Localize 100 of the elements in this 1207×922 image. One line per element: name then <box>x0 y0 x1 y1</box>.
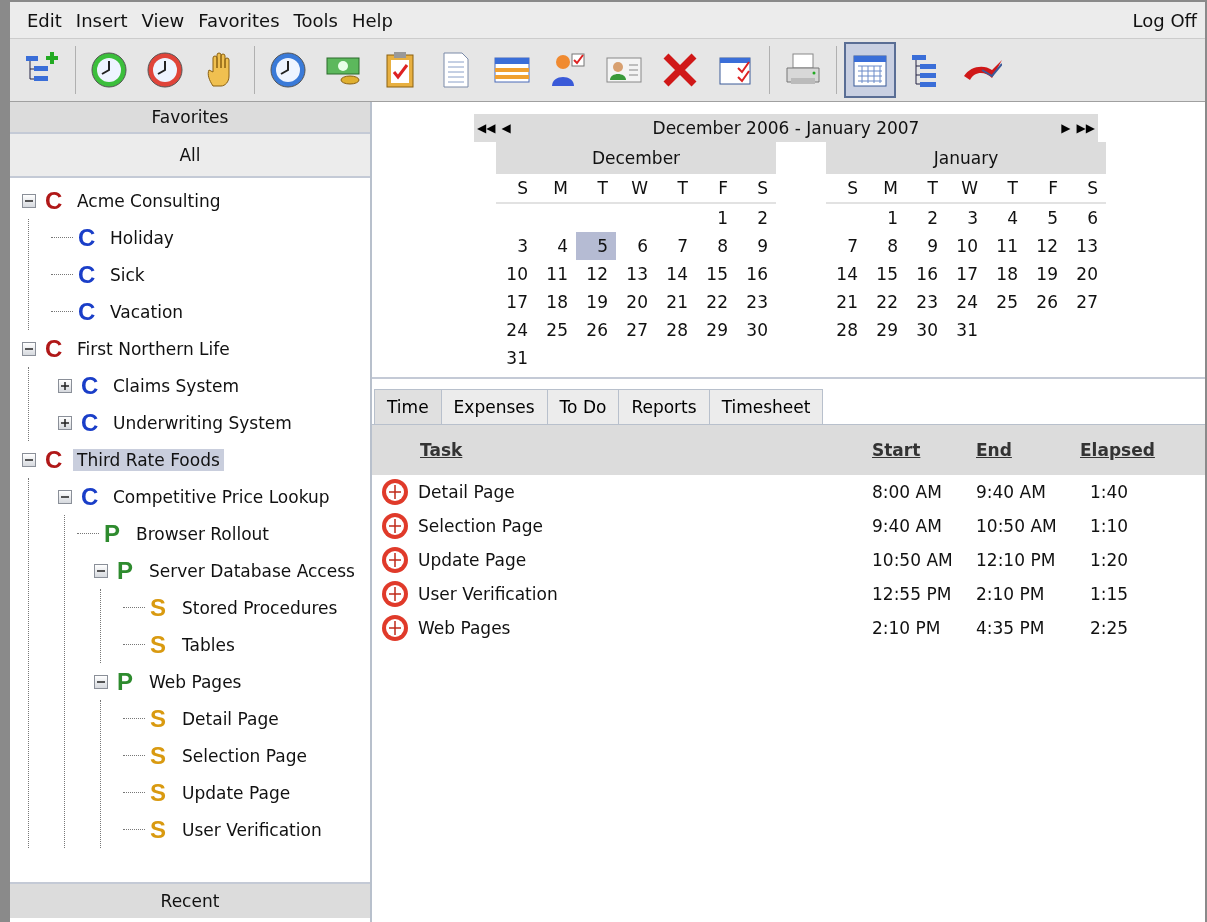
calendar-day[interactable]: 15 <box>696 260 736 288</box>
calendar-day[interactable]: 6 <box>616 232 656 260</box>
calendar-day[interactable]: 9 <box>906 232 946 260</box>
collapse-toggle[interactable] <box>94 563 108 578</box>
calendar-day[interactable]: 19 <box>576 288 616 316</box>
calendar-day[interactable]: 10 <box>946 232 986 260</box>
calendar-day[interactable]: 24 <box>496 316 536 344</box>
calendar-day[interactable]: 8 <box>696 232 736 260</box>
calendar-day[interactable]: 27 <box>616 316 656 344</box>
tree-item[interactable]: Claims System <box>109 374 243 397</box>
calendar-day[interactable]: 6 <box>1066 204 1106 232</box>
calendar-day[interactable]: 18 <box>536 288 576 316</box>
calendar-day[interactable]: 21 <box>826 288 866 316</box>
calendar-day[interactable]: 7 <box>656 232 696 260</box>
calendar-day[interactable]: 14 <box>826 260 866 288</box>
menu-item[interactable]: Help <box>344 9 400 31</box>
calendar-day[interactable]: 7 <box>826 232 866 260</box>
calendar-day[interactable]: 13 <box>616 260 656 288</box>
tab[interactable]: Reports <box>618 389 710 424</box>
calendar-day[interactable]: 26 <box>576 316 616 344</box>
tree-item[interactable]: Detail Page <box>178 707 283 730</box>
calendar-day[interactable]: 13 <box>1066 232 1106 260</box>
tree-item[interactable]: First Northern Life <box>73 337 234 360</box>
calendar-day[interactable]: 8 <box>866 232 906 260</box>
tree-item[interactable]: Underwriting System <box>109 411 296 434</box>
previous-month-button[interactable]: ◀ <box>498 121 514 135</box>
calendar-day[interactable]: 19 <box>1026 260 1066 288</box>
tab[interactable]: Timesheet <box>708 389 824 424</box>
calendar-day[interactable]: 16 <box>736 260 776 288</box>
calendar-day[interactable]: 18 <box>986 260 1026 288</box>
calendar-day[interactable]: 5 <box>1026 204 1066 232</box>
calendar-day[interactable]: 30 <box>906 316 946 344</box>
calendar-day[interactable]: 11 <box>986 232 1026 260</box>
calendar-day[interactable]: 30 <box>736 316 776 344</box>
calendar-day[interactable]: 14 <box>656 260 696 288</box>
calendar-day[interactable]: 11 <box>536 260 576 288</box>
tree-item[interactable]: Update Page <box>178 781 295 804</box>
tab[interactable]: Expenses <box>440 389 548 424</box>
calendar-day[interactable]: 28 <box>826 316 866 344</box>
menu-item[interactable]: Favorites <box>191 9 287 31</box>
menu-item[interactable]: Insert <box>68 9 135 31</box>
collapse-toggle[interactable] <box>22 193 36 208</box>
calendar-day[interactable]: 4 <box>536 232 576 260</box>
calendar-day[interactable]: 3 <box>496 232 536 260</box>
calendar-day[interactable]: 12 <box>576 260 616 288</box>
calendar-day[interactable]: 4 <box>986 204 1026 232</box>
calendar-day[interactable]: 16 <box>906 260 946 288</box>
column-header[interactable]: Task <box>372 425 872 475</box>
calendar-day[interactable]: 9 <box>736 232 776 260</box>
toolbar-button[interactable] <box>844 42 896 98</box>
calendar-day[interactable]: 1 <box>866 204 906 232</box>
tree-item[interactable]: User Verification <box>178 818 326 841</box>
calendar-day[interactable]: 22 <box>696 288 736 316</box>
tree-item[interactable]: Selection Page <box>178 744 311 767</box>
calendar-day[interactable]: 3 <box>946 204 986 232</box>
calendar-day[interactable]: 21 <box>656 288 696 316</box>
tree-item[interactable]: Browser Rollout <box>132 522 274 545</box>
tree-item[interactable]: Web Pages <box>145 670 246 693</box>
calendar-day[interactable]: 17 <box>496 288 536 316</box>
calendar-day[interactable]: 20 <box>616 288 656 316</box>
expand-toggle[interactable] <box>58 415 72 430</box>
collapse-toggle[interactable] <box>22 341 36 356</box>
calendar-day[interactable]: 23 <box>736 288 776 316</box>
calendar-day[interactable]: 31 <box>946 316 986 344</box>
calendar-day[interactable]: 2 <box>736 204 776 232</box>
calendar-day[interactable]: 20 <box>1066 260 1106 288</box>
calendar-day[interactable]: 1 <box>696 204 736 232</box>
tree-item[interactable]: Holiday <box>106 226 178 249</box>
next-year-button[interactable]: ▶▶ <box>1073 121 1098 135</box>
collapse-toggle[interactable] <box>22 452 36 467</box>
log-off-link[interactable]: Log Off <box>1124 9 1205 31</box>
tree-item[interactable]: Competitive Price Lookup <box>109 485 334 508</box>
column-header[interactable]: Elapsed <box>1080 425 1205 475</box>
menu-item[interactable]: View <box>134 9 192 31</box>
calendar-day[interactable]: 27 <box>1066 288 1106 316</box>
calendar-day[interactable]: 12 <box>1026 232 1066 260</box>
column-header[interactable]: Start <box>872 425 976 475</box>
calendar-day[interactable]: 25 <box>536 316 576 344</box>
calendar-day[interactable]: 31 <box>496 344 536 372</box>
previous-year-button[interactable]: ◀◀ <box>474 121 499 135</box>
pane-footer[interactable]: Recent <box>10 882 370 918</box>
calendar-day[interactable]: 17 <box>946 260 986 288</box>
collapse-toggle[interactable] <box>58 489 72 504</box>
calendar-day[interactable]: 26 <box>1026 288 1066 316</box>
filter-header[interactable]: All <box>10 134 370 178</box>
tree-item[interactable]: Tables <box>178 633 239 656</box>
column-header[interactable]: End <box>976 425 1080 475</box>
next-month-button[interactable]: ▶ <box>1058 121 1074 135</box>
calendar-day[interactable]: 2 <box>906 204 946 232</box>
tree-item[interactable]: Stored Procedures <box>178 596 342 619</box>
calendar-day[interactable]: 5 <box>576 232 616 260</box>
calendar-day[interactable]: 22 <box>866 288 906 316</box>
calendar-day[interactable]: 10 <box>496 260 536 288</box>
pane-header[interactable]: Favorites <box>10 102 370 134</box>
tree-item[interactable]: Server Database Access <box>145 559 359 582</box>
menu-item[interactable]: Edit <box>20 9 69 31</box>
calendar-day[interactable]: 28 <box>656 316 696 344</box>
tab[interactable]: To Do <box>546 389 620 424</box>
tab[interactable]: Time <box>374 389 442 424</box>
calendar-day[interactable]: 15 <box>866 260 906 288</box>
